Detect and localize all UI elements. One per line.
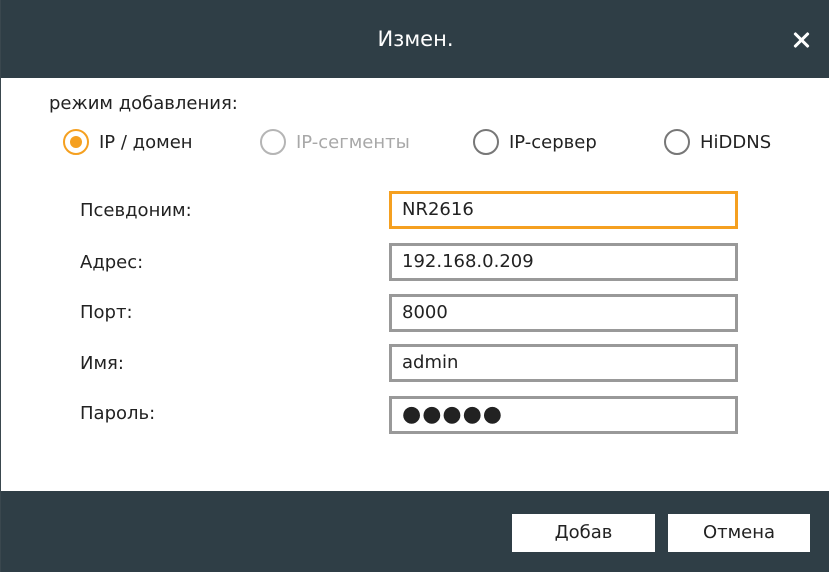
edit-device-dialog: Измен. режим добавления: IP / домен IP-с… — [0, 0, 829, 572]
radio-hiddns[interactable]: HiDDNS — [664, 126, 771, 158]
radio-unchecked-icon — [260, 129, 286, 155]
address-label: Адрес: — [80, 252, 144, 273]
radio-checked-icon — [63, 129, 89, 155]
password-input[interactable]: ●●●●● — [389, 396, 738, 434]
dialog-title: Измен. — [377, 27, 454, 51]
port-input[interactable]: 8000 — [389, 294, 738, 332]
address-input[interactable]: 192.168.0.209 — [389, 243, 738, 281]
radio-ip-segments[interactable]: IP-сегменты — [260, 126, 410, 158]
alias-label: Псевдоним: — [80, 200, 192, 221]
radio-unchecked-icon — [473, 129, 499, 155]
radio-ip-server-label: IP-сервер — [509, 131, 597, 153]
username-label: Имя: — [80, 353, 124, 374]
add-mode-label: режим добавления: — [49, 93, 238, 114]
radio-ip-segments-label: IP-сегменты — [296, 131, 410, 153]
radio-ip-domain-label: IP / домен — [99, 131, 193, 153]
radio-hiddns-label: HiDDNS — [700, 131, 772, 153]
title-bar: Измен. — [1, 0, 829, 78]
close-icon[interactable] — [783, 22, 819, 58]
cancel-button[interactable]: Отмена — [668, 514, 810, 552]
alias-input[interactable]: NR2616 — [389, 191, 738, 229]
password-label: Пароль: — [80, 403, 156, 424]
radio-ip-domain[interactable]: IP / домен — [63, 126, 193, 158]
username-input[interactable]: admin — [389, 344, 738, 382]
radio-unchecked-icon — [664, 129, 690, 155]
radio-ip-server[interactable]: IP-сервер — [473, 126, 597, 158]
port-label: Порт: — [80, 302, 133, 323]
add-button[interactable]: Добав — [512, 514, 655, 552]
